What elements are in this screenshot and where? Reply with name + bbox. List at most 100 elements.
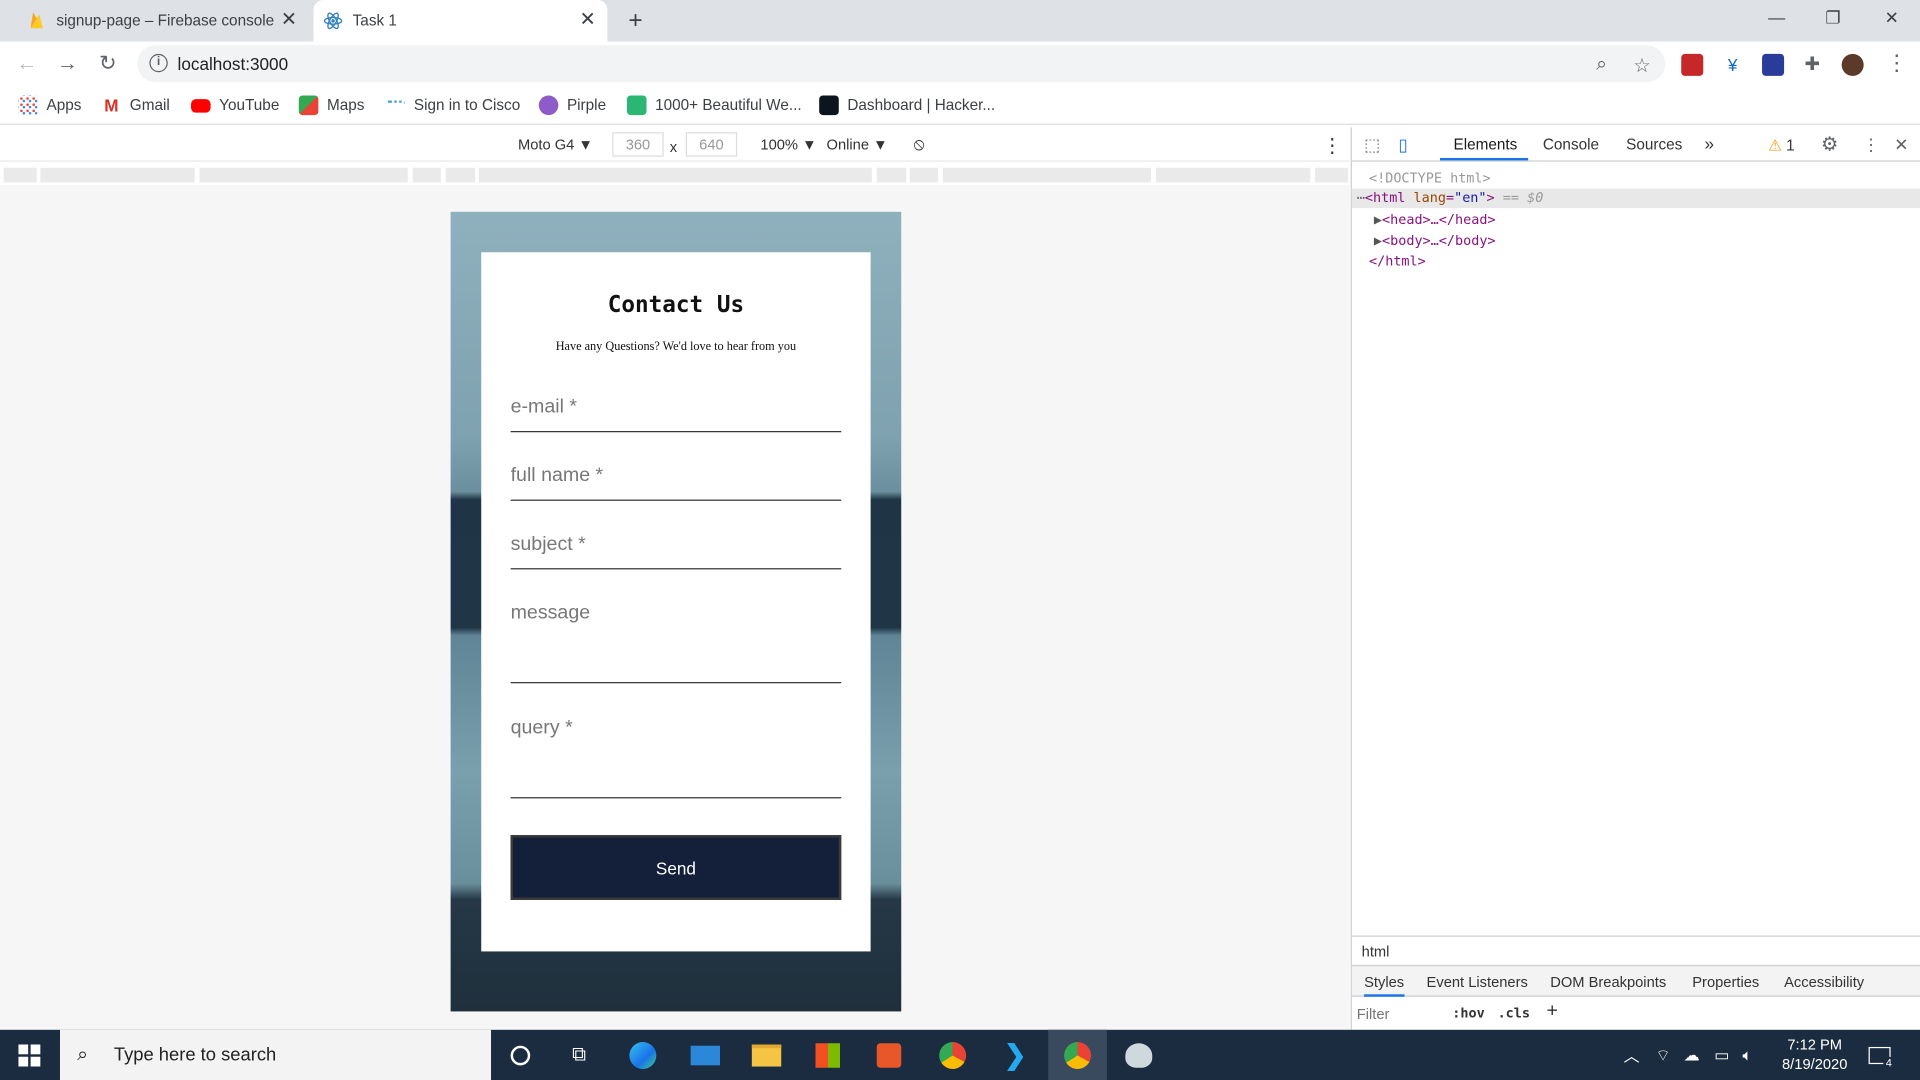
email-field[interactable] (510, 396, 842, 433)
bookmark-pirple[interactable]: Pirple (538, 95, 606, 116)
notifications-icon[interactable]: 4 (1868, 1030, 1902, 1080)
extension-icon-1[interactable] (1681, 53, 1704, 76)
media-query-segment[interactable] (942, 167, 1152, 183)
device-select[interactable]: Moto G4 ▼ (518, 136, 593, 153)
subject-input[interactable] (510, 533, 842, 556)
viewport-height-input[interactable]: 640 (685, 132, 738, 157)
file-explorer-icon[interactable] (737, 1030, 796, 1080)
chrome-icon[interactable] (923, 1030, 982, 1080)
taskbar-search-placeholder[interactable]: Type here to search (114, 1044, 276, 1065)
store-icon[interactable] (798, 1030, 857, 1080)
extension-icon-2[interactable]: ¥ (1721, 53, 1744, 76)
bookmark-hackerrank[interactable]: Dashboard | Hacker... (819, 95, 995, 116)
devtools-menu-icon[interactable]: ⋮ (1862, 135, 1879, 156)
media-query-segment[interactable] (412, 167, 441, 183)
media-query-segment[interactable] (199, 167, 408, 183)
send-button[interactable]: Send (510, 835, 842, 901)
address-bar[interactable]: i localhost:3000 ⌕ ☆ (137, 45, 1666, 83)
subtab-styles[interactable]: Styles (1364, 973, 1405, 997)
new-tab-button[interactable]: + (622, 7, 649, 35)
edge-icon[interactable] (613, 1030, 672, 1080)
browser-tab-firebase[interactable]: signup-page – Firebase console ✕ (15, 0, 309, 42)
dom-html-close[interactable]: </html> (1369, 252, 1426, 272)
vscode-icon[interactable]: ❯ (986, 1030, 1045, 1080)
breadcrumb-html[interactable]: html (1362, 943, 1390, 960)
hov-toggle[interactable]: :hov (1452, 1005, 1484, 1021)
task-view-icon[interactable]: ⧉ (550, 1030, 609, 1080)
rotate-icon[interactable]: ⦸ (913, 133, 924, 154)
fullname-field[interactable] (510, 465, 842, 501)
more-tabs-icon[interactable]: » (1705, 133, 1715, 153)
zoom-icon[interactable]: ⌕ (1589, 54, 1613, 76)
url-text[interactable]: localhost:3000 (178, 54, 289, 74)
cls-toggle[interactable]: .cls (1498, 1005, 1530, 1021)
viewport-width-input[interactable]: 360 (612, 132, 664, 157)
device-toggle-icon[interactable]: ▯ (1398, 135, 1407, 156)
subtab-dom-breakpoints[interactable]: DOM Breakpoints (1550, 973, 1666, 990)
media-query-segment[interactable] (876, 167, 907, 183)
bookmark-gmail[interactable]: M Gmail (102, 96, 170, 116)
browser-menu-icon[interactable]: ⋮ (1886, 50, 1908, 76)
puzzle-icon[interactable]: ✚ (1801, 53, 1824, 76)
fullname-input[interactable] (510, 465, 842, 488)
tray-chevron-icon[interactable]: ︿ (1624, 1030, 1640, 1080)
warnings-badge[interactable]: ⚠ 1 (1768, 136, 1795, 154)
message-field[interactable] (510, 602, 842, 684)
query-textarea[interactable] (510, 717, 842, 792)
media-query-segment[interactable] (1155, 167, 1311, 183)
bookmark-apps[interactable]: Apps (18, 95, 81, 116)
dom-doctype[interactable]: <!DOCTYPE html> (1369, 169, 1491, 189)
volume-icon[interactable]: 🔈︎ (1742, 1030, 1752, 1080)
forward-icon[interactable]: → (54, 50, 81, 77)
bookmark-beautiful[interactable]: 1000+ Beautiful We... (626, 95, 802, 116)
mail-icon[interactable] (676, 1030, 735, 1080)
battery-icon[interactable]: ▭ (1714, 1030, 1729, 1080)
network-throttle-select[interactable]: Online ▼ (827, 136, 888, 153)
tab-sources[interactable]: Sources (1626, 136, 1682, 153)
devtools-close-icon[interactable]: ✕ (1894, 135, 1908, 156)
email-input[interactable] (510, 396, 842, 419)
bookmark-youtube[interactable]: YouTube (191, 96, 279, 116)
taskbar-clock[interactable]: 7:12 PM 8/19/2020 (1763, 1035, 1866, 1074)
new-style-rule-button[interactable]: + (1547, 1000, 1558, 1022)
restore-icon[interactable]: ❐ (1821, 7, 1845, 28)
site-info-icon[interactable]: i (149, 53, 168, 73)
avatar[interactable] (1841, 53, 1864, 76)
minimize-icon[interactable]: — (1765, 7, 1789, 27)
browser-tab-task1[interactable]: Task 1 ✕ (313, 0, 608, 42)
styles-filter-input[interactable] (1356, 1002, 1438, 1025)
cortana-icon[interactable] (491, 1030, 550, 1080)
bookmark-star-icon[interactable]: ☆ (1630, 54, 1654, 78)
media-query-segment[interactable] (445, 167, 476, 183)
dom-head-node[interactable]: ▶<head>…</head> (1374, 211, 1496, 231)
dom-body-node[interactable]: ▶<body>…</body> (1374, 231, 1496, 251)
close-tab-icon[interactable]: ✕ (279, 10, 299, 31)
back-icon[interactable]: ← (13, 50, 40, 77)
tab-console[interactable]: Console (1543, 136, 1599, 153)
close-window-icon[interactable]: ✕ (1880, 7, 1904, 28)
onedrive-icon[interactable]: ☁ (1684, 1030, 1700, 1080)
subtab-properties[interactable]: Properties (1692, 973, 1759, 990)
media-query-segment[interactable] (3, 167, 37, 183)
subject-field[interactable] (510, 533, 842, 570)
device-menu-icon[interactable]: ⋮ (1322, 133, 1342, 157)
reload-icon[interactable]: ↻ (94, 50, 121, 77)
close-tab-icon[interactable]: ✕ (578, 10, 598, 31)
taskbar-search[interactable]: ⌕ Type here to search (60, 1029, 492, 1080)
media-query-segment[interactable] (40, 167, 195, 183)
media-query-segment[interactable] (909, 167, 938, 183)
wifi-icon[interactable]: ⌔ (1656, 1030, 1671, 1080)
zoom-select[interactable]: 100% ▼ (760, 136, 816, 153)
message-textarea[interactable] (510, 602, 842, 676)
tab-elements[interactable]: Elements (1453, 136, 1517, 153)
inspect-element-icon[interactable]: ⬚ (1364, 135, 1380, 156)
bookmark-maps[interactable]: Maps (298, 95, 364, 116)
subtab-accessibility[interactable]: Accessibility (1784, 973, 1864, 990)
subtab-event-listeners[interactable]: Event Listeners (1427, 973, 1528, 990)
dom-html-selected[interactable]: ⋯<html lang="en"> == $0 (1351, 188, 1920, 209)
media-query-segment[interactable] (1315, 167, 1349, 183)
chrome-profile-icon[interactable] (1048, 1029, 1107, 1080)
media-query-segment[interactable] (478, 167, 872, 183)
paint-icon[interactable] (1109, 1030, 1168, 1080)
extension-icon-3[interactable] (1762, 53, 1785, 76)
